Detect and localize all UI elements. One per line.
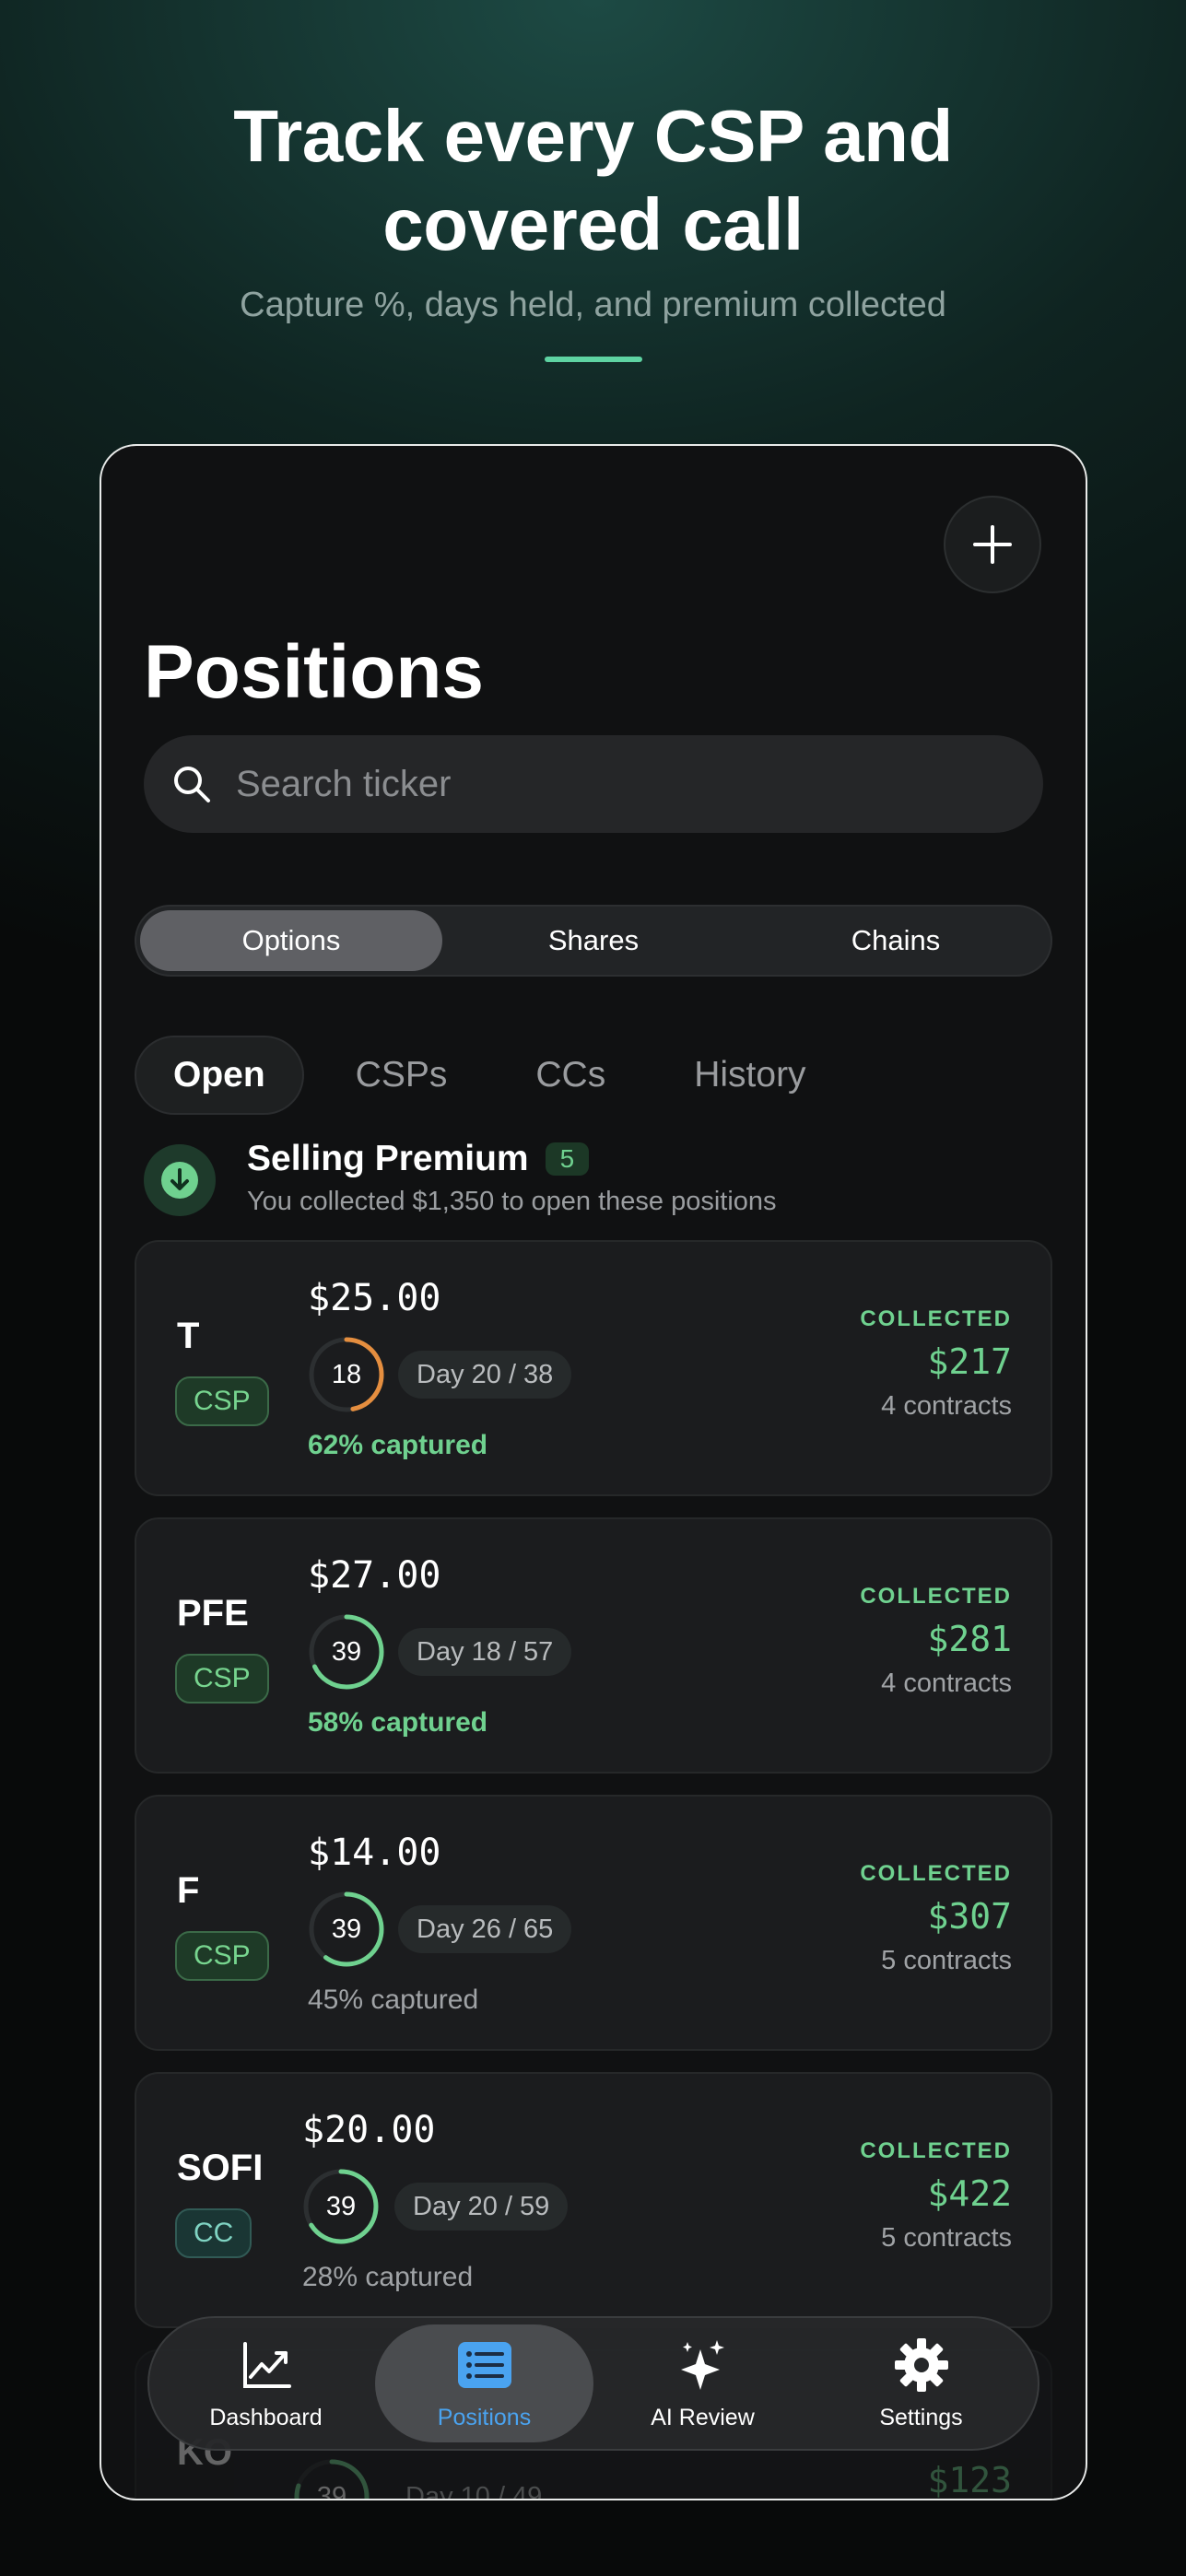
captured-percent: 58% captured [308, 1707, 488, 1738]
days-remaining: 39 [331, 1914, 362, 1944]
hero-title: Track every CSP and covered call [0, 92, 1186, 269]
captured-percent: 45% captured [308, 1985, 479, 2015]
days-remaining: 39 [325, 2191, 357, 2221]
hero: Track every CSP and covered call Capture… [0, 92, 1186, 362]
tab-label: Positions [437, 2404, 532, 2430]
section-title: Selling Premium 5 [247, 1139, 590, 1179]
day-progress: Day 20 / 59 [394, 2183, 569, 2231]
filter-ccs[interactable]: CCs [499, 1036, 642, 1115]
filter-csps[interactable]: CSPs [319, 1036, 485, 1115]
ticker: F [177, 1870, 200, 1911]
collected-label: COLLECTED [860, 2138, 1012, 2163]
collected-block: COLLECTED $281 4 contracts [860, 1584, 1012, 1699]
ticker: SOFI [177, 2148, 264, 2188]
ticker: T [177, 1316, 200, 1356]
phone-screen: Positions Options Shares Chains Open CSP… [100, 444, 1087, 2500]
chart-icon [242, 2341, 291, 2388]
collected-block: COLLECTED $217 4 contracts [860, 1306, 1012, 1422]
page-title: Positions [144, 630, 485, 714]
asset-type-segmented-control: Options Shares Chains [135, 905, 1052, 977]
tab-label: Settings [879, 2404, 963, 2430]
section-count-badge: 5 [545, 1142, 590, 1176]
segment-chains[interactable]: Chains [745, 910, 1047, 971]
ticker: PFE [177, 1593, 249, 1633]
position-card-sofi[interactable]: SOFI CC $20.00 39 Day 20 / 59 28% captur… [135, 2072, 1052, 2328]
type-badge: CC [175, 2208, 252, 2258]
position-card-pfe[interactable]: PFE CSP $27.00 39 Day 18 / 57 58% captur… [135, 1517, 1052, 1774]
plus-icon [973, 525, 1012, 564]
type-badge: CSP [175, 1931, 269, 1981]
hero-title-line2: covered call [382, 183, 804, 265]
collected-block: COLLECTED $422 5 contracts [860, 2138, 1012, 2254]
tab-label: AI Review [651, 2404, 755, 2430]
collected-amount: $217 [927, 1341, 1012, 1382]
add-position-button[interactable] [944, 496, 1041, 593]
collected-amount: $307 [927, 1896, 1012, 1937]
tab-dashboard[interactable]: Dashboard [157, 2324, 375, 2442]
collected-amount: $123 [927, 2460, 1012, 2500]
section-header: Selling Premium 5 You collected $1,350 t… [144, 1139, 1047, 1216]
list-icon [457, 2341, 511, 2388]
type-badge: CSP [175, 1376, 269, 1426]
contracts-count: 4 contracts [881, 1669, 1012, 1698]
day-progress: Day 18 / 57 [398, 1628, 572, 1676]
sparkles-icon [680, 2339, 724, 2390]
segment-options[interactable]: Options [140, 910, 442, 971]
segment-shares[interactable]: Shares [442, 910, 745, 971]
collected-block: COLLECTED $307 5 contracts [860, 1861, 1012, 1976]
collected-amount: $422 [927, 2173, 1012, 2214]
strike-price: $27.00 [308, 1554, 441, 1597]
day-progress: Day 20 / 38 [398, 1351, 572, 1399]
type-badge: CSP [175, 1654, 269, 1704]
collected-label: COLLECTED [860, 1584, 1012, 1609]
bottom-tab-bar: Dashboard Positions AI Review Settings [147, 2316, 1039, 2451]
collected-block: $123 [927, 2451, 1012, 2500]
day-progress: Day 26 / 65 [398, 1905, 572, 1953]
tab-positions[interactable]: Positions [375, 2324, 593, 2442]
filter-chips: Open CSPs CCs History [135, 1036, 858, 1115]
tab-settings[interactable]: Settings [812, 2324, 1030, 2442]
position-card-f[interactable]: F CSP $14.00 39 Day 26 / 65 45% captured… [135, 1795, 1052, 2051]
search-input[interactable] [236, 763, 992, 805]
tab-ai-review[interactable]: AI Review [593, 2324, 812, 2442]
days-remaining: 39 [331, 1636, 362, 1667]
contracts-count: 5 contracts [881, 2223, 1012, 2253]
search-icon [174, 767, 210, 802]
days-remaining: 39 [316, 2481, 347, 2500]
days-remaining: 18 [331, 1359, 362, 1389]
strike-price: $25.00 [308, 1277, 441, 1319]
captured-percent: 62% captured [308, 1430, 488, 1460]
strike-price: $14.00 [308, 1832, 441, 1874]
hero-title-line1: Track every CSP and [233, 95, 953, 177]
filter-history[interactable]: History [657, 1036, 842, 1115]
section-subtitle: You collected $1,350 to open these posit… [247, 1187, 777, 1216]
collected-label: COLLECTED [860, 1861, 1012, 1886]
contracts-count: 5 contracts [881, 1946, 1012, 1975]
position-card-t[interactable]: T CSP $25.00 18 Day 20 / 38 62% captured… [135, 1240, 1052, 1496]
hero-divider [544, 357, 642, 362]
search-bar[interactable] [144, 735, 1043, 833]
collected-label: COLLECTED [860, 1306, 1012, 1331]
contracts-count: 4 contracts [881, 1391, 1012, 1421]
day-progress: Day 10 / 49 [405, 2481, 543, 2500]
section-title-text: Selling Premium [247, 1139, 529, 1178]
download-arrow-icon [144, 1144, 216, 1216]
tab-label: Dashboard [209, 2404, 323, 2430]
filter-open[interactable]: Open [135, 1036, 304, 1115]
captured-percent: 28% captured [302, 2262, 474, 2292]
strike-price: $20.00 [302, 2109, 436, 2151]
gear-icon [894, 2337, 948, 2392]
hero-subtitle: Capture %, days held, and premium collec… [240, 286, 946, 324]
collected-amount: $281 [927, 1619, 1012, 1659]
